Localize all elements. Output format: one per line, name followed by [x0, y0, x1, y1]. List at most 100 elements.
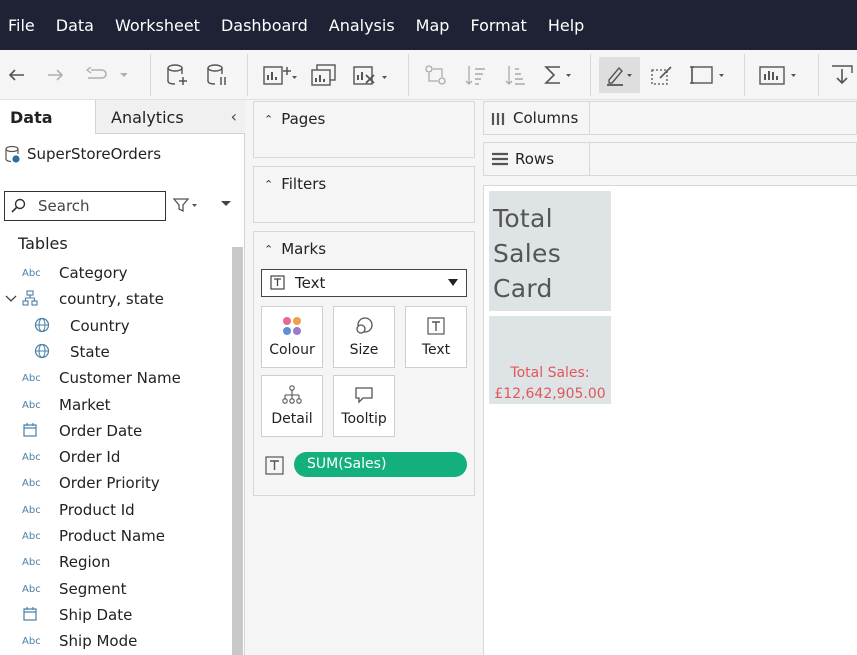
field-item[interactable]: Abc Segment [0, 576, 232, 602]
field-item[interactable]: State [0, 339, 232, 365]
detail-icon [282, 385, 302, 404]
field-item[interactable]: Abc Order Id [0, 444, 232, 470]
tab-analytics[interactable]: Analytics ‹ [95, 100, 245, 134]
field-item[interactable]: Order Date [0, 418, 232, 444]
field-item[interactable]: Abc Product Id [0, 497, 232, 523]
dropdown-arrow-icon [448, 279, 458, 286]
tab-data[interactable]: Data [0, 100, 95, 134]
globe-icon [34, 317, 60, 336]
show-me-icon[interactable] [758, 50, 802, 100]
menu-data[interactable]: Data [56, 16, 94, 35]
field-item[interactable]: Abc Customer Name [0, 365, 232, 391]
sheet-title-line: Total [493, 204, 553, 233]
collapse-chevron-icon[interactable]: ⌃ [264, 243, 273, 256]
field-label: Product Id [59, 501, 135, 519]
rows-label: Rows [515, 150, 555, 168]
rows-shelf[interactable]: Rows [483, 142, 857, 176]
sum-sales-pill[interactable]: SUM(Sales) [294, 452, 467, 477]
menu-map[interactable]: Map [416, 16, 450, 35]
field-item[interactable]: Ship Date [0, 602, 232, 628]
total-sales-value: £12,642,905.00 [494, 386, 606, 402]
toolbar-separator [408, 54, 409, 96]
columns-icon [491, 113, 505, 125]
datasource-item[interactable]: SuperStoreOrders [4, 144, 161, 164]
total-sales-label: Total Sales: [510, 365, 590, 381]
size-button[interactable]: Size [333, 306, 395, 368]
back-arrow-icon[interactable] [2, 50, 30, 100]
toolbar-separator [247, 54, 248, 96]
filter-fields-icon[interactable] [172, 196, 200, 218]
pages-card-title: Pages [281, 110, 326, 128]
menu-analysis[interactable]: Analysis [329, 16, 395, 35]
columns-shelf[interactable]: Columns [483, 101, 857, 135]
field-label: country, state [59, 290, 164, 308]
datasource-label: SuperStoreOrders [27, 145, 162, 163]
menu-dashboard[interactable]: Dashboard [221, 16, 308, 35]
sort-ascending-icon[interactable] [462, 50, 490, 100]
size-label: Size [349, 342, 379, 358]
marks-card-title: Marks [281, 240, 327, 258]
new-worksheet-icon[interactable] [262, 50, 298, 100]
sort-descending-icon[interactable] [502, 50, 530, 100]
menu-file[interactable]: File [8, 16, 35, 35]
calendar-icon [22, 422, 48, 441]
highlight-icon[interactable] [599, 57, 640, 93]
field-item[interactable]: Country [0, 313, 232, 339]
text-button[interactable]: Text [405, 306, 467, 368]
menu-format[interactable]: Format [470, 16, 526, 35]
fit-icon[interactable] [688, 50, 728, 100]
menu-worksheet[interactable]: Worksheet [115, 16, 200, 35]
field-label: Order Date [59, 422, 143, 440]
field-item[interactable]: country, state [0, 286, 232, 312]
menu-bar: File Data Worksheet Dashboard Analysis M… [0, 0, 857, 50]
search-input[interactable]: Search [4, 191, 166, 221]
field-item[interactable]: Abc Region [0, 549, 232, 575]
download-icon[interactable] [828, 50, 856, 100]
hierarchy-icon [22, 289, 48, 309]
duplicate-sheet-icon[interactable] [310, 50, 338, 100]
totals-icon[interactable] [542, 50, 576, 100]
field-item[interactable]: Abc Order Priority [0, 470, 232, 496]
text-icon [427, 317, 445, 335]
menu-help[interactable]: Help [548, 16, 584, 35]
swap-axes-icon[interactable] [422, 50, 450, 100]
string-type-icon: Abc [22, 372, 41, 384]
new-datasource-icon[interactable] [163, 50, 191, 100]
collapse-chevron-icon[interactable]: ⌃ [264, 178, 273, 191]
field-label: Ship Date [59, 606, 133, 624]
field-label: Ship Mode [59, 632, 138, 650]
annotation-icon[interactable] [648, 50, 676, 100]
detail-button[interactable]: Detail [261, 375, 323, 437]
colour-button[interactable]: Colour [261, 306, 323, 368]
field-item[interactable]: Abc Ship Mode [0, 628, 232, 654]
string-type-icon: Abc [22, 583, 41, 595]
detail-label: Detail [271, 411, 313, 427]
field-label: Order Id [59, 448, 121, 466]
view-canvas[interactable]: Total Sales Card Total Sales: £12,642,90… [483, 185, 857, 655]
pages-card[interactable]: ⌃ Pages [253, 101, 475, 158]
mark-type-dropdown[interactable]: Text [261, 269, 467, 297]
field-item[interactable]: Abc Product Name [0, 523, 232, 549]
field-item[interactable]: Abc Category [0, 260, 232, 286]
collapse-pane-icon[interactable]: ‹ [231, 107, 237, 126]
pane-menu-icon[interactable] [219, 196, 233, 214]
datasource-icon [5, 145, 20, 163]
sheet-title[interactable]: Total Sales Card [489, 191, 611, 311]
total-sales-mark[interactable]: Total Sales: £12,642,905.00 [489, 316, 611, 404]
field-label: Order Priority [59, 474, 160, 492]
expand-chevron-icon[interactable] [5, 290, 17, 308]
filters-card[interactable]: ⌃ Filters [253, 166, 475, 223]
globe-icon [34, 343, 60, 362]
string-type-icon: Abc [22, 399, 41, 411]
collapse-chevron-icon[interactable]: ⌃ [264, 113, 273, 126]
colour-icon [283, 317, 301, 335]
field-item[interactable]: Abc Market [0, 392, 232, 418]
field-label: State [70, 343, 110, 361]
clear-sheet-icon[interactable] [352, 50, 388, 100]
tooltip-button[interactable]: Tooltip [333, 375, 395, 437]
forward-arrow-icon[interactable] [42, 50, 70, 100]
data-pane-scrollbar[interactable] [232, 247, 243, 655]
field-label: Market [59, 396, 111, 414]
pause-updates-icon[interactable] [203, 50, 231, 100]
redo-icon[interactable] [82, 50, 130, 100]
